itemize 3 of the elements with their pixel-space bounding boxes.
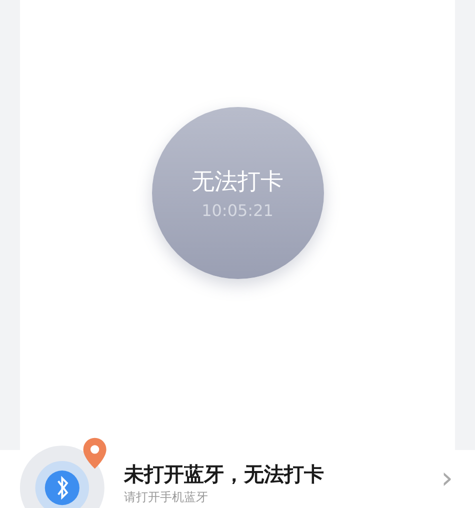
chevron-icon[interactable]: › <box>441 464 453 494</box>
status-title: 未打开蓝牙，无法打卡 <box>124 460 324 488</box>
status-hint: 请打开手机蓝牙 <box>124 488 209 506</box>
